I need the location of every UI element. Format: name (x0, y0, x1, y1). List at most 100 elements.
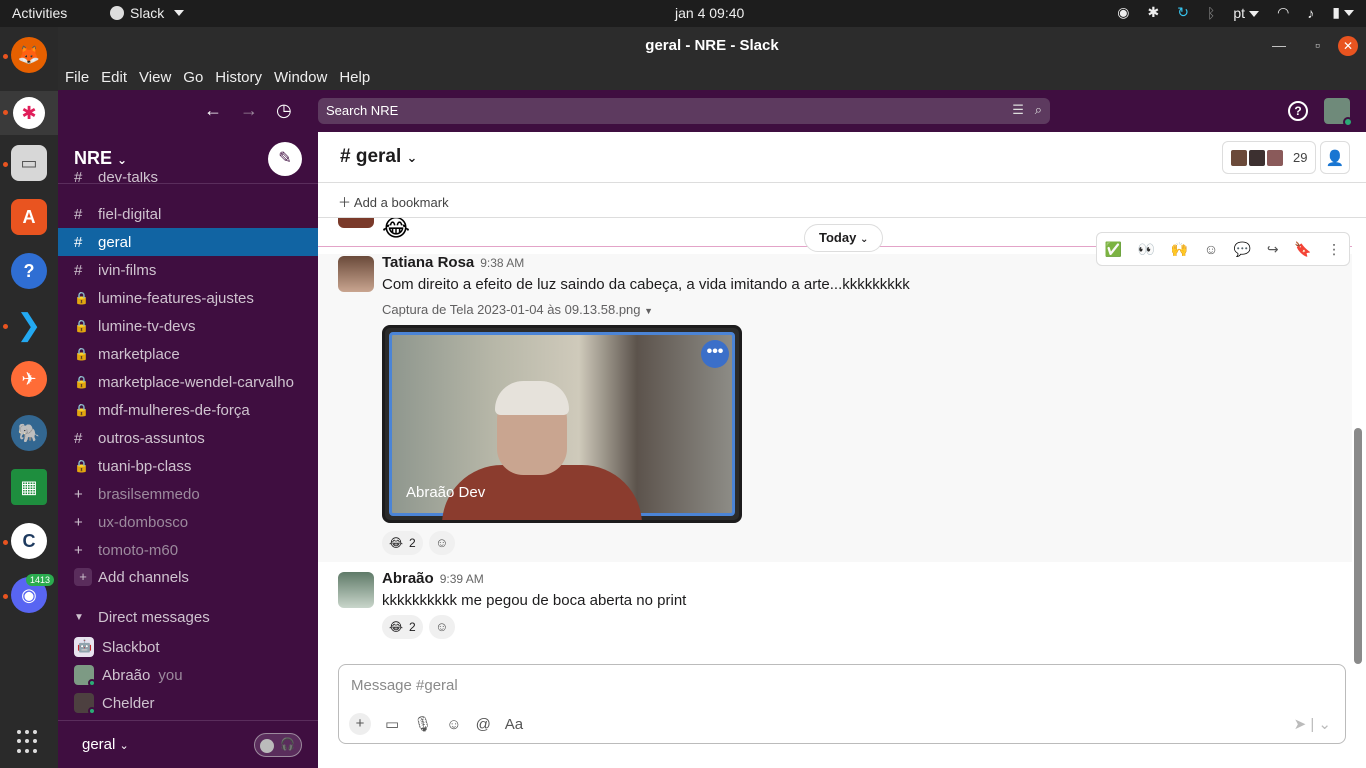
search-icon[interactable]: ⌕ (1035, 102, 1042, 117)
share-icon[interactable]: ↪ (1267, 241, 1279, 258)
sidebar-item-marketplace[interactable]: 🔒 marketplace (58, 340, 318, 368)
language-indicator[interactable]: pt (1233, 5, 1260, 21)
menu-view[interactable]: View (139, 69, 171, 86)
react-eyes-icon[interactable]: 👀 (1138, 241, 1155, 258)
message-author[interactable]: Tatiana Rosa (382, 254, 474, 271)
slack-icon (110, 6, 124, 20)
sidebar-item-tuani-bp-class[interactable]: 🔒 tuani-bp-class (58, 452, 318, 480)
activities-button[interactable]: Activities (12, 5, 67, 21)
message-time[interactable]: 9:38 AM (480, 256, 524, 270)
formatting-button[interactable]: Aa (505, 716, 523, 733)
message-time[interactable]: 9:39 AM (440, 572, 484, 586)
postgresql-icon[interactable]: 🐘 (11, 415, 47, 451)
scrollbar[interactable] (1354, 428, 1362, 664)
members-button[interactable]: 29 (1222, 141, 1316, 174)
huddle-channel-selector[interactable]: geral ⌄ (82, 736, 129, 753)
message-composer[interactable]: Message #geral + ▭ 🎙 ☺ @ Aa ➤ | ⌄ (338, 664, 1346, 744)
dm-slackbot[interactable]: 🤖 Slackbot (58, 633, 318, 661)
workspace-menu[interactable]: NRE ⌄ (74, 148, 127, 169)
avatar[interactable] (338, 256, 374, 292)
bookmark-icon[interactable]: 🔖 (1294, 241, 1311, 258)
sidebar-item-lumine-features-ajustes[interactable]: 🔒 lumine-features-ajustes (58, 284, 318, 312)
video-clip-icon[interactable]: ▭ (385, 715, 399, 733)
huddle-toggle[interactable]: 🎧 (254, 733, 302, 757)
spreadsheet-icon[interactable]: ▦ (11, 469, 47, 505)
history-icon[interactable]: ◷ (276, 100, 292, 121)
sidebar-item-ivin-films[interactable]: # ivin-films (58, 256, 318, 284)
slack-tray-icon[interactable]: ✱ (1148, 4, 1160, 21)
reaction-button[interactable]: 😂 2 (382, 615, 423, 639)
dm-abraao[interactable]: Abraão you (58, 661, 318, 689)
react-check-icon[interactable]: ✅ (1105, 241, 1122, 258)
image-attachment[interactable]: Abraão Dev ••• (382, 325, 742, 523)
channel-name-button[interactable]: # geral ⌄ (340, 146, 417, 168)
volume-icon[interactable]: ♪ (1307, 5, 1314, 21)
menu-edit[interactable]: Edit (101, 69, 127, 86)
back-arrow-icon[interactable]: ← (204, 100, 222, 121)
sidebar-item-dev-talks[interactable]: # dev-talks (58, 172, 318, 186)
sync-tray-icon[interactable]: ↻ (1177, 4, 1189, 21)
add-bookmark-button[interactable]: ＋ Add a bookmark (338, 195, 449, 210)
microphone-icon[interactable]: 🎙 (413, 715, 432, 733)
sync-app-icon[interactable]: C (11, 523, 47, 559)
minimize-button[interactable]: — (1272, 27, 1286, 64)
postman-icon[interactable]: ✈ (11, 361, 47, 397)
discord-tray-icon[interactable]: ◉ (1117, 4, 1129, 21)
reply-in-thread-icon[interactable]: 💬 (1234, 241, 1251, 258)
sidebar-item-brasilsemmedo[interactable]: + brasilsemmedo (58, 480, 318, 508)
menu-file[interactable]: File (65, 69, 89, 86)
help-icon[interactable]: ? (11, 253, 47, 289)
reaction-button[interactable]: 😂 2 (382, 531, 423, 555)
filter-icon[interactable]: ☰ (1012, 102, 1024, 117)
sidebar-item-outros-assuntos[interactable]: # outros-assuntos (58, 424, 318, 452)
close-button[interactable]: ✕ (1338, 36, 1358, 56)
bluetooth-icon[interactable]: ᛒ (1207, 5, 1215, 21)
attach-plus-button[interactable]: + (349, 713, 371, 735)
forward-arrow-icon[interactable]: → (240, 100, 258, 121)
message-input[interactable]: Message #geral (351, 677, 458, 694)
sidebar-item-marketplace-wendel-carvalho[interactable]: 🔒 marketplace-wendel-carvalho (58, 368, 318, 396)
direct-messages-header[interactable]: ▼ Direct messages (58, 603, 318, 631)
add-reaction-icon[interactable]: ☺ (1204, 241, 1218, 257)
add-reaction-button[interactable]: ☺ (428, 531, 455, 555)
wifi-icon[interactable]: ◠ (1277, 4, 1289, 21)
add-channels-button[interactable]: + Add channels (58, 563, 318, 591)
sidebar-item-ux-dombosco[interactable]: + ux-dombosco (58, 508, 318, 536)
battery-icon[interactable]: ▮ (1332, 4, 1354, 21)
files-icon[interactable]: ▭ (11, 145, 47, 181)
menu-help[interactable]: Help (339, 69, 370, 86)
sidebar-item-tomoto-m60[interactable]: + tomoto-m60 (58, 536, 318, 564)
compose-button[interactable]: ✎ (268, 142, 302, 176)
sidebar-item-geral[interactable]: # geral (58, 228, 318, 256)
help-icon[interactable]: ? (1288, 101, 1308, 121)
emoji-icon[interactable]: ☺ (446, 716, 461, 733)
sidebar-item-fiel-digital[interactable]: # fiel-digital (58, 200, 318, 228)
add-reaction-button[interactable]: ☺ (428, 615, 455, 639)
software-center-icon[interactable]: A (11, 199, 47, 235)
menu-go[interactable]: Go (183, 69, 203, 86)
mention-icon[interactable]: @ (476, 716, 491, 733)
app-menu[interactable]: Slack (110, 5, 185, 21)
show-apps-icon[interactable] (17, 730, 41, 754)
sidebar-item-lumine-tv-devs[interactable]: 🔒 lumine-tv-devs (58, 312, 318, 340)
menu-window[interactable]: Window (274, 69, 327, 86)
add-people-button[interactable]: 👤 (1320, 141, 1350, 174)
message-author[interactable]: Abraão (382, 570, 434, 587)
avatar[interactable] (1324, 98, 1353, 127)
more-actions-icon[interactable]: ⋮ (1327, 241, 1341, 258)
send-button[interactable]: ➤ | ⌄ (1294, 715, 1331, 733)
sidebar-item-mdf-mulheres-de-for-a[interactable]: 🔒 mdf-mulheres-de-força (58, 396, 318, 424)
avatar[interactable] (338, 572, 374, 608)
file-name-toggle[interactable]: Captura de Tela 2023-01-04 às 09.13.58.p… (382, 302, 653, 317)
firefox-icon[interactable]: 🦊 (11, 37, 47, 73)
image-more-button[interactable]: ••• (701, 340, 729, 368)
dm-chelder[interactable]: Chelder (58, 689, 318, 717)
slack-dock-icon[interactable]: ✱ (0, 91, 58, 135)
menu-history[interactable]: History (215, 69, 262, 86)
search-input[interactable]: Search NRE ☰ ⌕ (318, 98, 1050, 124)
vscode-icon[interactable]: ❯ (11, 307, 47, 343)
react-raised-hands-icon[interactable]: 🙌 (1171, 241, 1188, 258)
maximize-button[interactable]: ▫ (1315, 27, 1320, 64)
clock[interactable]: jan 4 09:40 (675, 5, 744, 21)
day-divider-button[interactable]: Today ⌄ (804, 224, 884, 252)
